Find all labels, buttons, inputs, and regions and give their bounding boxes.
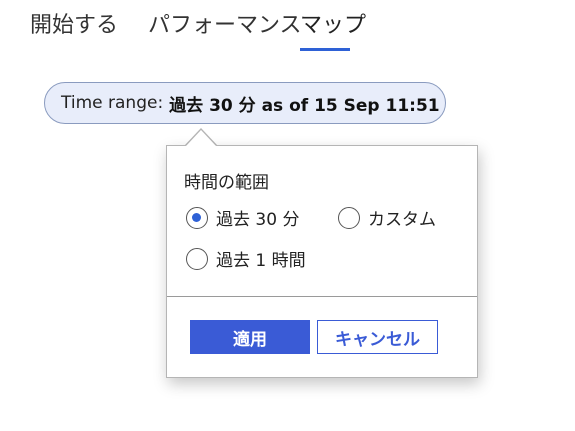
radio-option-last-30-min[interactable]: 過去 30 分 [186, 205, 299, 230]
divider [167, 296, 477, 297]
radio-label: 過去 1 時間 [216, 251, 306, 271]
apply-button[interactable]: 適用 [190, 320, 310, 354]
radio-button[interactable] [186, 247, 208, 270]
radio-label: 過去 30 分 [216, 210, 300, 230]
radio-label: カスタム [368, 210, 436, 230]
popup-arrow-inner [186, 130, 216, 146]
popup-title: 時間の範囲 [184, 173, 269, 193]
tab-selected-indicator [300, 48, 350, 51]
time-range-label: Time range: [61, 93, 164, 113]
radio-button[interactable] [338, 206, 360, 229]
time-range-button[interactable]: Time range: 過去 30 分 as of 15 Sep 11:51 [44, 82, 446, 124]
radio-button-checked[interactable] [186, 206, 208, 229]
radio-option-last-1-hour[interactable]: 過去 1 時間 [186, 246, 306, 271]
radio-option-custom[interactable]: カスタム [338, 205, 436, 230]
time-range-popup: 時間の範囲 過去 30 分 カスタム 過去 1 時間 適用 キャンセル [166, 145, 478, 378]
tab-performance[interactable]: パフォーマンス [148, 10, 302, 54]
cancel-button[interactable]: キャンセル [317, 320, 438, 354]
tab-start[interactable]: 開始する [30, 10, 118, 54]
time-range-value: 過去 30 分 as of 15 Sep 11:51 [169, 95, 440, 116]
